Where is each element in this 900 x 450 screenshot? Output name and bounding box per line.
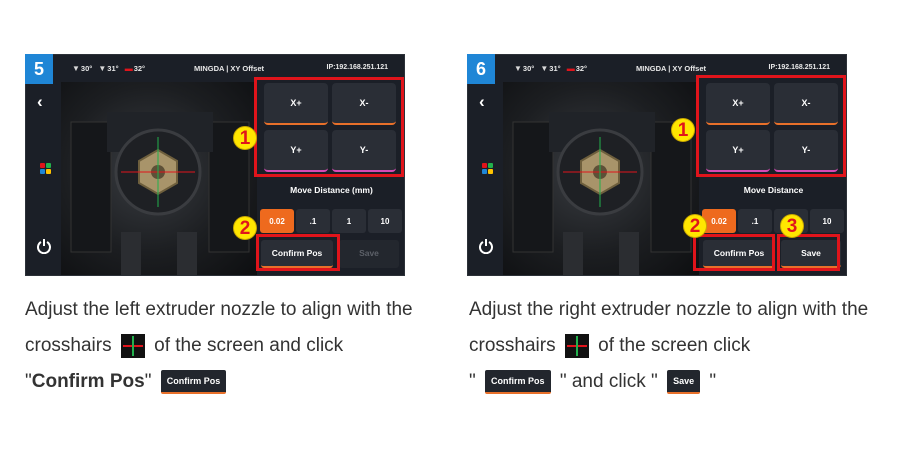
step-5-caption: Adjust the left extruder nozzle to align… <box>25 299 413 394</box>
screen-title: MINGDA | XY Offset <box>194 64 265 73</box>
step-5-panel: ▼30° ▼31° ▬32° MINGDA | XY Offset IP:192… <box>25 54 405 276</box>
confirm-pos-button-illustration: Confirm Pos <box>485 369 551 394</box>
bed-temp-icon: ▬ <box>124 64 133 73</box>
extruder-temp-icon: ▼ <box>72 64 80 73</box>
nozzle-camera-view <box>61 82 257 275</box>
distance-option-0.1[interactable]: .1 <box>296 209 330 233</box>
crosshair-icon <box>564 333 589 358</box>
step-6-caption: Adjust the right extruder nozzle to alig… <box>469 299 869 394</box>
caption-text: of the screen and click <box>154 335 344 356</box>
crosshair-icon <box>120 333 145 358</box>
bed-temp: 32° <box>133 64 146 73</box>
step-number-badge: 6 <box>467 54 495 84</box>
extruder-temp-icon: ▼ <box>98 64 107 73</box>
extruder-temp-icon: ▼ <box>540 64 549 73</box>
back-chevron-icon[interactable]: ‹ <box>37 93 43 110</box>
caption-text: of the screen click <box>598 335 751 356</box>
highlight-box-confirm <box>693 234 775 271</box>
confirm-pos-button-illustration: Confirm Pos <box>160 369 227 394</box>
bed-temp: 32° <box>575 64 588 73</box>
side-nav: ‹ <box>468 81 502 275</box>
save-button-illustration: Save <box>667 369 701 394</box>
nozzle-camera-view <box>503 82 699 275</box>
screen-title: MINGDA | XY Offset <box>636 64 707 73</box>
distance-option-0.02[interactable]: 0.02 <box>260 209 294 233</box>
extruder-temp-icon: ▼ <box>514 64 522 73</box>
extruder1-temp: 30° <box>522 64 535 73</box>
callout-3: 3 <box>780 214 804 238</box>
highlight-box-jog <box>254 77 404 177</box>
highlight-box-confirm <box>256 234 340 271</box>
extruder1-temp: 30° <box>80 64 93 73</box>
distance-option-0.02[interactable]: 0.02 <box>702 209 736 233</box>
callout-2: 2 <box>233 216 257 240</box>
distance-option-10[interactable]: 10 <box>810 209 844 233</box>
move-distance-label: Move Distance (mm) <box>290 185 373 195</box>
side-nav: ‹ <box>26 81 60 275</box>
extruder2-temp: 31° <box>549 64 561 73</box>
temperature-readouts: ▼30° ▼31° ▬32° <box>72 64 149 73</box>
highlight-box-jog <box>696 75 846 177</box>
power-icon[interactable] <box>36 238 52 254</box>
power-icon[interactable] <box>478 238 494 254</box>
move-distance-label: Move Distance <box>743 185 804 195</box>
bed-temp-icon: ▬ <box>566 64 575 73</box>
distance-option-0.1[interactable]: .1 <box>738 209 772 233</box>
caption-bold-text: Confirm Pos <box>31 371 145 392</box>
apps-icon[interactable] <box>482 163 493 174</box>
extruder2-temp: 31° <box>107 64 119 73</box>
distance-option-1[interactable]: 1 <box>332 209 366 233</box>
temperature-readouts: ▼30° ▼31° ▬32° <box>514 64 591 73</box>
callout-1: 1 <box>233 126 257 150</box>
apps-icon[interactable] <box>40 163 51 174</box>
highlight-box-save <box>777 234 840 271</box>
back-chevron-icon[interactable]: ‹ <box>479 93 485 110</box>
step-number-badge: 5 <box>25 54 53 84</box>
distance-option-10[interactable]: 10 <box>368 209 402 233</box>
callout-2: 2 <box>683 214 707 238</box>
save-button[interactable]: Save <box>339 240 399 268</box>
step-6-panel: ▼30° ▼31° ▬32° MINGDA | XY Offset IP:192… <box>467 54 847 276</box>
ip-address: IP:192.168.251.121 <box>768 64 831 71</box>
callout-1: 1 <box>671 118 695 142</box>
ip-address: IP:192.168.251.121 <box>326 64 389 71</box>
